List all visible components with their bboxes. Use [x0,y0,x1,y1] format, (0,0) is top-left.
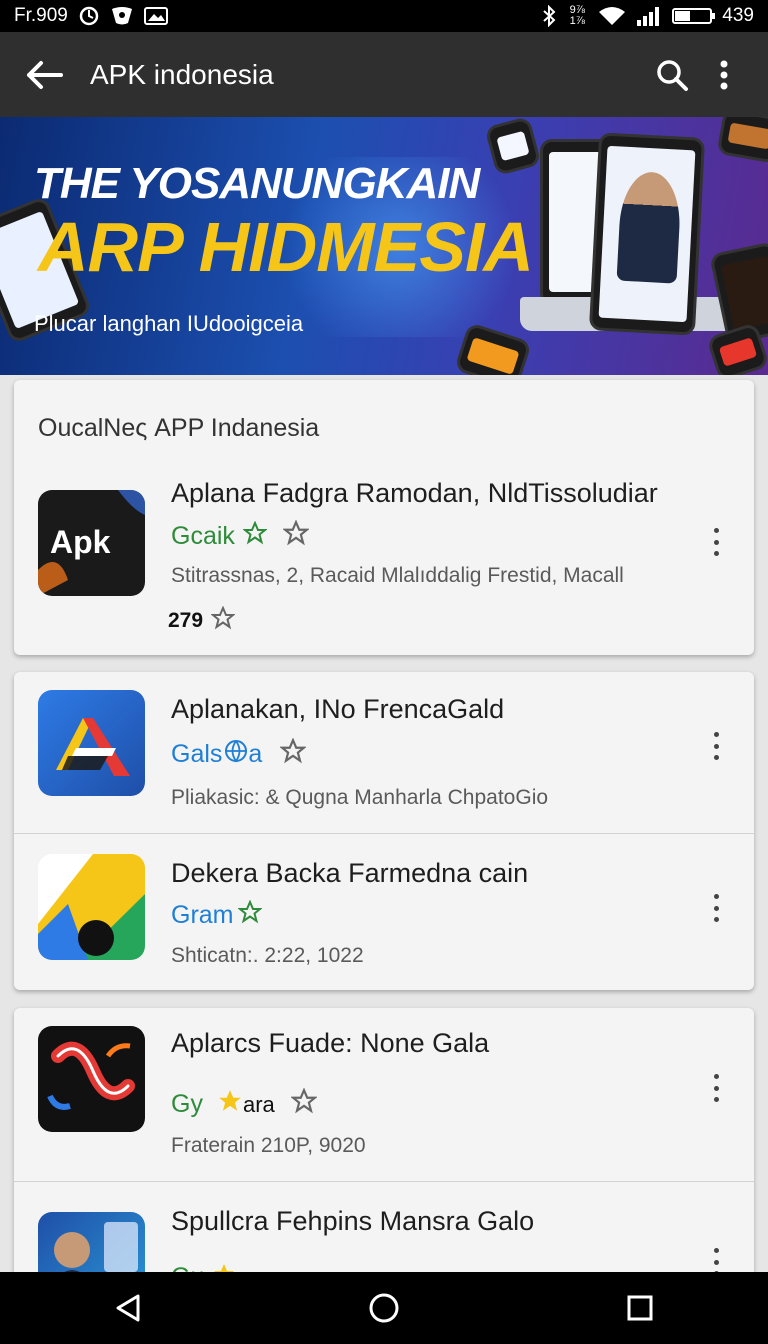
app-list-card: Aplarcs Fuade: None Gala Gy ara Fraterai… [14,1008,754,1278]
banner-title: ARP HIDMESIA [38,208,534,286]
star-outline-icon [242,520,268,552]
more-vert-icon[interactable] [698,49,750,101]
app-name: Dekera Backa Farmedna cain [171,858,529,888]
star-outline-icon [289,1087,318,1121]
app-meta: Stitrassnas, 2, Racaid Mlalıddalig Frest… [171,564,624,587]
more-vert-icon[interactable] [704,524,728,560]
battery-text: 439 [722,5,754,26]
app-meta: Shticatn:. 2:22, 1022 [171,944,364,967]
letter-a-logo-icon [38,690,145,796]
battery-icon [672,8,716,24]
app-rating: 279 [168,605,236,636]
app-list-item[interactable]: Aplarcs Fuade: None Gala Gy ara Fraterai… [14,1008,754,1180]
developer-label: Gals [171,740,223,768]
more-vert-icon[interactable] [704,1070,728,1106]
banner-phone-right-top-image [716,117,768,164]
network-label: 9⅞ 1⅞ [569,4,585,27]
app-developer: Gy ara [171,1087,318,1121]
star-outline-icon [282,519,310,553]
app-name: Aplarcs Fuade: None Gala [171,1028,490,1058]
developer-label: Gcaik [171,522,235,550]
featured-apps-card: OucalNeς APP Indanesia Apk Aplana Fadgra… [14,380,754,655]
app-list-item[interactable]: Dekera Backa Farmedna cain Gram Shticatn… [14,834,754,990]
app-list-card: Aplanakan, INo FrencaGald Gals a Pliakas… [14,672,754,990]
banner-person-image [616,170,683,284]
app-list-item[interactable]: Aplanakan, INo FrencaGald Gals a Pliakas… [14,672,754,832]
status-bar: Fr.909 9⅞ 1⅞ 439 [0,0,768,32]
app-meta: Pliakasic: & Qugna Manharla ChpatoGio [171,786,549,809]
person-thumbnail-icon [38,1212,145,1278]
banner-main-phone-image [588,132,706,336]
section-title: OucalNeς APP Indanesia [38,414,320,442]
apk-logo-icon: Apk [38,490,145,596]
battery-level-fill [675,11,691,21]
developer-suffix: ara [242,1091,275,1117]
app-name: Aplanakan, INo FrencaGald [171,694,505,724]
back-arrow-icon[interactable] [18,49,70,101]
star-filled-icon [217,1088,243,1121]
globe-icon [224,739,248,770]
app-name: Aplana Fadgra Ramodan, NldTissoludiar [171,478,658,508]
home-circle-icon[interactable] [349,1278,419,1338]
sync-icon [78,5,100,27]
back-triangle-icon[interactable] [93,1278,163,1338]
signal-icon [636,6,662,26]
star-outline-icon [236,899,263,931]
svg-text:Apk: Apk [50,524,111,560]
app-developer: Gcaik [171,519,310,553]
wifi-icon [598,6,626,26]
developer-label: Gram [171,901,234,929]
banner-subtitle: Plucar langhan IUdooigceia [34,311,304,336]
more-vert-icon[interactable] [704,890,728,926]
more-vert-icon[interactable] [704,728,728,764]
rating-count: 279 [168,609,204,632]
star-outline-icon [279,737,308,771]
developer-label: Gy [171,1090,203,1118]
image-icon [143,7,168,25]
banner-headline: THE YOSANUNGKAIN [34,159,480,208]
swirl-logo-icon [38,1026,145,1132]
bluetooth-icon [542,5,556,27]
recents-square-icon[interactable] [605,1278,675,1338]
shield-icon [110,6,134,26]
app-name: Spullcra Fehpins Mansra Galo [171,1206,535,1236]
status-time: Fr.909 [14,5,68,26]
search-icon[interactable] [646,49,698,101]
app-list-item[interactable]: Apk Aplana Fadgra Ramodan, NldTissoludia… [14,478,754,650]
app-developer: Gals a [171,737,308,771]
drive-logo-icon [38,854,145,960]
system-nav-bar [0,1272,768,1344]
app-developer: Gram [171,899,263,931]
app-list-item[interactable]: Spullcra Fehpins Mansra Galo Gu [14,1182,754,1278]
app-bar: APK indonesia [0,32,768,117]
promo-banner[interactable]: THE YOSANUNGKAIN ARP HIDMESIA Plucar lan… [0,117,768,375]
page-title: APK indonesia [90,58,274,90]
developer-suffix: a [248,740,263,768]
star-outline-icon [210,605,236,636]
app-meta: Fraterain 210P, 9020 [171,1134,366,1157]
